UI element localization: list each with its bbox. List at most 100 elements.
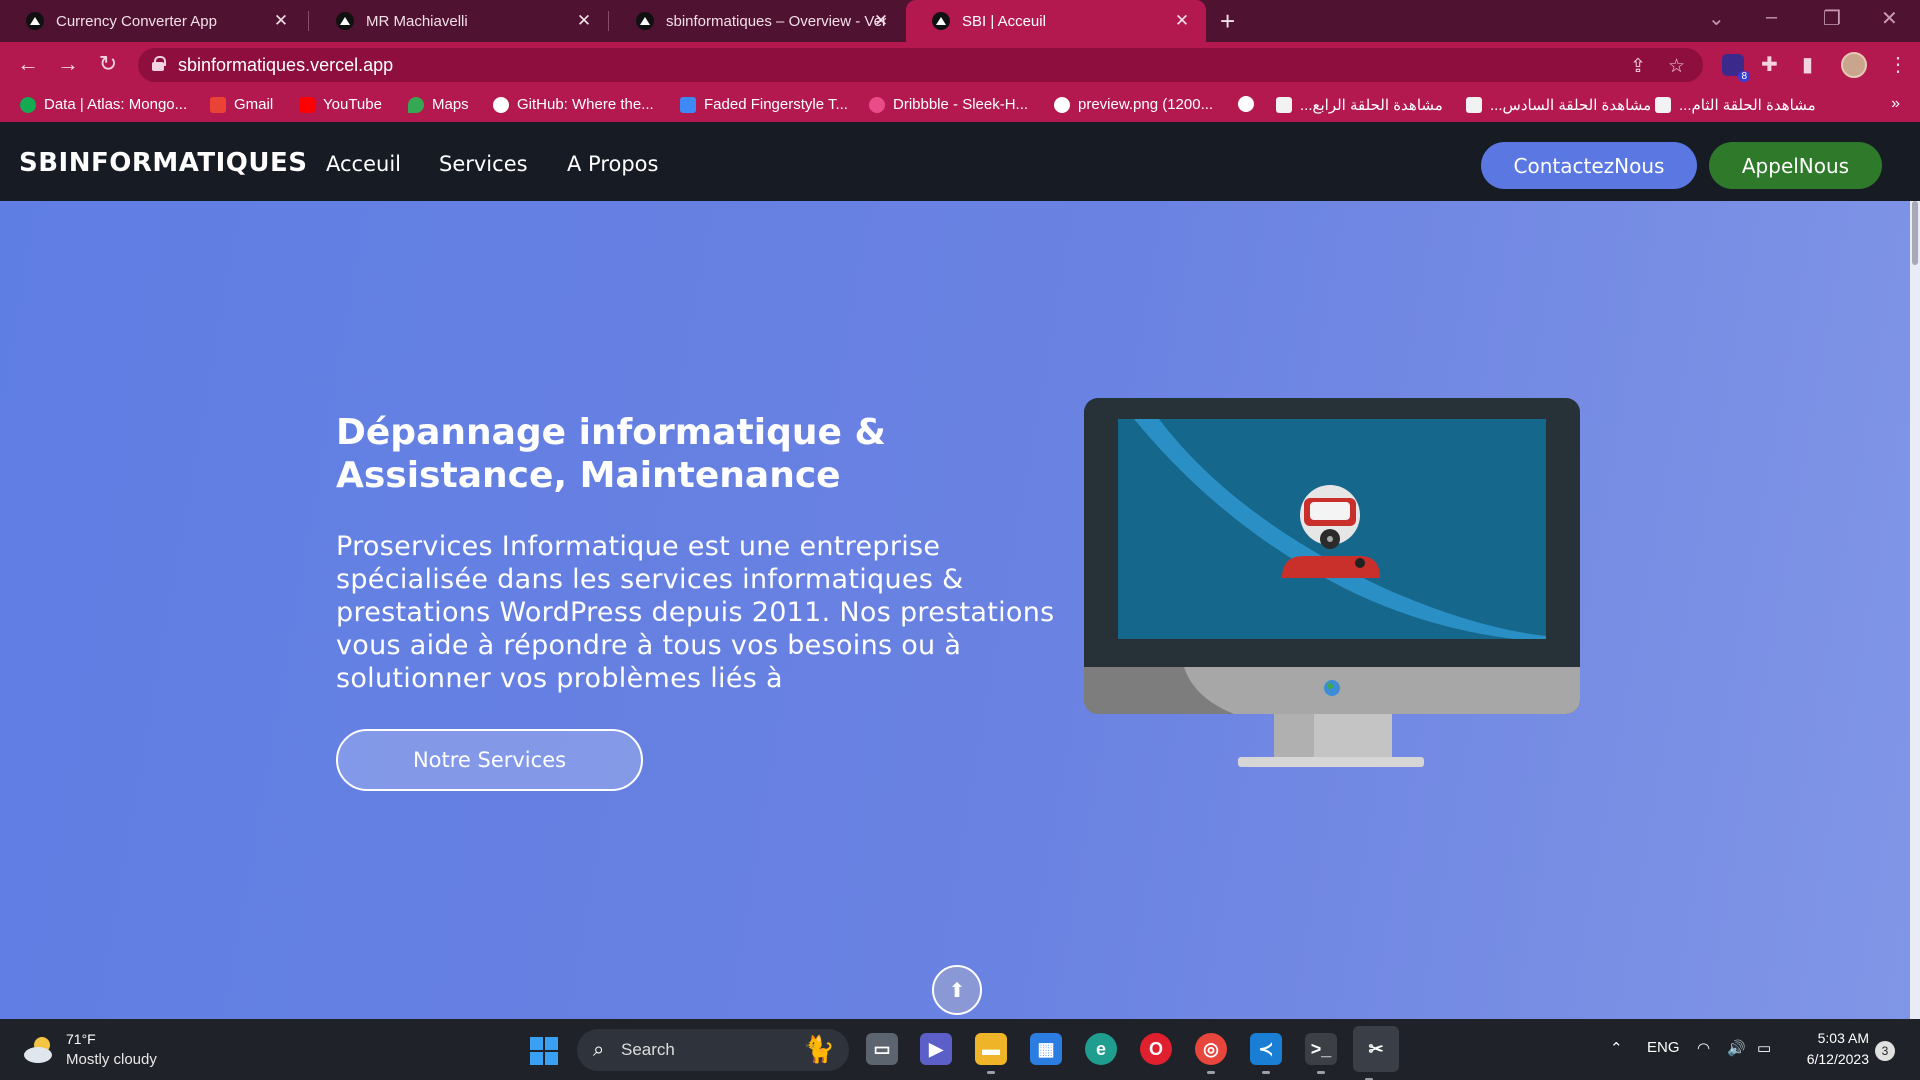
extension-badge-count: 8 — [1738, 71, 1750, 82]
bookmark-label: Gmail — [234, 96, 274, 113]
tab-sbi-acceuil[interactable]: SBI | Acceuil ✕ — [906, 0, 1206, 42]
minimize-icon[interactable]: – — [1766, 6, 1777, 29]
share-icon[interactable]: ⇪ — [1630, 55, 1646, 78]
hero-section: Dépannage informatique & Assistance, Mai… — [0, 201, 1920, 1019]
page-scrollbar[interactable] — [1910, 201, 1920, 1019]
battery-icon[interactable]: ▭ — [1757, 1039, 1771, 1057]
teams-icon[interactable]: ▶ — [920, 1033, 952, 1065]
chrome-icon[interactable]: ◎ — [1195, 1033, 1227, 1074]
bookmark-maps[interactable]: Maps — [408, 96, 469, 113]
menu-kebab-icon[interactable]: ⋮ — [1888, 52, 1908, 77]
lock-icon[interactable] — [152, 56, 166, 71]
bookmark-label: YouTube — [323, 96, 382, 113]
address-bar[interactable]: sbinformatiques.vercel.app ⇪ ☆ — [138, 48, 1703, 82]
back-arrow-icon[interactable]: ← — [14, 51, 42, 77]
bookmarks-bar: Data | Atlas: Mongo... Gmail YouTube Map… — [0, 88, 1920, 122]
file-explorer-icon[interactable]: ▬ — [975, 1033, 1007, 1074]
bookmark-dribbble[interactable]: Dribbble - Sleek-H... — [869, 96, 1028, 113]
bookmark-faded-fingerstyle[interactable]: Faded Fingerstyle T... — [680, 96, 848, 113]
new-tab-plus-icon[interactable]: + — [1220, 6, 1235, 37]
window-close-icon[interactable]: ✕ — [1881, 6, 1898, 31]
nav-link-services[interactable]: Services — [439, 152, 528, 176]
terminal-icon[interactable]: >_ — [1305, 1033, 1337, 1074]
hero-description: Proservices Informatique est une entrepr… — [336, 531, 1055, 694]
opera-icon[interactable]: O — [1140, 1033, 1172, 1065]
close-icon[interactable]: ✕ — [1172, 11, 1192, 31]
bookmark-preview-png[interactable]: preview.png (1200... — [1054, 96, 1213, 113]
vercel-triangle-icon — [932, 12, 950, 30]
weather-cloud-moon-icon[interactable] — [22, 1035, 56, 1065]
wifi-icon[interactable]: ◠ — [1697, 1039, 1710, 1057]
nav-link-a-propos[interactable]: A Propos — [567, 152, 658, 176]
bookmark-star-icon[interactable]: ☆ — [1668, 55, 1685, 78]
bookmark-label: مشاهدة الحلقة الثام... — [1679, 97, 1816, 114]
forward-arrow-icon[interactable]: → — [54, 51, 82, 77]
bookmark-episode-6[interactable]: مشاهدة الحلقة السادس... — [1466, 96, 1651, 114]
site-favicon-icon — [1655, 97, 1671, 113]
windows-start-icon[interactable] — [530, 1037, 558, 1065]
tabs-doc-icon — [680, 96, 696, 113]
vscode-icon[interactable]: ≺ — [1250, 1033, 1282, 1074]
close-icon[interactable]: ✕ — [271, 11, 291, 31]
arrow-up-icon: ⬆ — [948, 979, 966, 1002]
bookmark-label: preview.png (1200... — [1078, 96, 1214, 113]
close-icon[interactable]: ✕ — [574, 11, 594, 31]
close-icon[interactable]: ✕ — [871, 11, 891, 31]
hero-title: Dépannage informatique & Assistance, Mai… — [336, 412, 886, 496]
tab-currency-converter[interactable]: Currency Converter App ✕ — [0, 0, 305, 42]
monitor-illustration — [1084, 398, 1580, 767]
notification-count-badge[interactable]: 3 — [1875, 1041, 1895, 1061]
bookmark-youtube[interactable]: YouTube — [299, 96, 382, 113]
bookmark-globe[interactable] — [1238, 96, 1262, 112]
language-indicator[interactable]: ENG — [1647, 1039, 1680, 1056]
maps-pin-icon — [408, 96, 424, 113]
tab-search-chevron-icon[interactable]: ⌄ — [1708, 6, 1725, 31]
bookmark-episode-4[interactable]: مشاهدة الحلقة الرابع... — [1276, 96, 1443, 114]
bookmark-github[interactable]: GitHub: Where the... — [493, 96, 654, 113]
contact-button[interactable]: ContactezNous — [1481, 142, 1697, 189]
bookmark-episode-8[interactable]: مشاهدة الحلقة الثام... — [1655, 96, 1816, 114]
profile-avatar[interactable] — [1841, 52, 1867, 78]
bookmark-label: مشاهدة الحلقة الرابع... — [1300, 97, 1443, 114]
tab-title: SBI | Acceuil — [962, 12, 1046, 30]
globe-icon — [1238, 96, 1254, 112]
clock-date[interactable]: 6/12/2023 — [1797, 1051, 1869, 1067]
volume-icon[interactable]: 🔊 — [1727, 1039, 1746, 1057]
tab-title: sbinformatiques – Overview - Ver — [666, 12, 886, 30]
scroll-to-top-button[interactable]: ⬆ — [932, 965, 982, 1015]
bookmark-label: مشاهدة الحلقة السادس... — [1490, 97, 1652, 114]
call-button[interactable]: AppelNous — [1709, 142, 1882, 189]
weather-temperature[interactable]: 71°F — [66, 1031, 96, 1047]
nav-link-acceuil[interactable]: Acceuil — [326, 152, 401, 176]
bookmarks-overflow-icon[interactable]: » — [1891, 95, 1900, 113]
task-view-icon[interactable]: ▭ — [866, 1033, 898, 1065]
search-highlight-cat-icon: 🐈 — [802, 1034, 835, 1064]
tab-mr-machiavelli[interactable]: MR Machiavelli ✕ — [310, 0, 608, 42]
vercel-triangle-icon — [636, 12, 654, 30]
edge-icon[interactable]: e — [1085, 1033, 1117, 1065]
restore-icon[interactable]: ❐ — [1823, 6, 1841, 31]
url-text[interactable]: sbinformatiques.vercel.app — [178, 55, 393, 76]
bookmark-label: Data | Atlas: Mongo... — [44, 96, 188, 113]
reload-icon[interactable]: ↻ — [94, 51, 122, 77]
side-panel-icon[interactable]: ▮ — [1802, 52, 1813, 77]
weather-description[interactable]: Mostly cloudy — [66, 1051, 157, 1068]
clock-time[interactable]: 5:03 AM — [1807, 1030, 1869, 1046]
our-services-button[interactable]: Notre Services — [336, 729, 643, 791]
github-icon — [493, 96, 509, 113]
windows-taskbar: 71°F Mostly cloudy ⌕ Search 🐈 ▭ ▶ ▬ ▦ e … — [0, 1019, 1920, 1080]
snipping-tool-icon[interactable]: ✂ — [1353, 1026, 1399, 1080]
bookmark-label: GitHub: Where the... — [517, 96, 654, 113]
bookmark-label: Faded Fingerstyle T... — [704, 96, 848, 113]
site-logo[interactable]: SBINFORMATIQUES — [19, 148, 307, 178]
bookmark-gmail[interactable]: Gmail — [210, 96, 273, 113]
tray-chevron-up-icon[interactable]: ⌃ — [1610, 1039, 1623, 1057]
extension-icon[interactable]: 8 — [1722, 54, 1750, 82]
taskbar-search[interactable]: ⌕ Search 🐈 — [577, 1029, 849, 1071]
youtube-icon — [299, 96, 315, 113]
extensions-puzzle-icon[interactable]: ✚ — [1761, 52, 1778, 77]
tab-sbinformatiques-overview[interactable]: sbinformatiques – Overview - Ver ✕ — [610, 0, 905, 42]
vercel-triangle-icon — [336, 12, 354, 30]
store-icon[interactable]: ▦ — [1030, 1033, 1062, 1065]
bookmark-mongodb[interactable]: Data | Atlas: Mongo... — [20, 96, 187, 113]
